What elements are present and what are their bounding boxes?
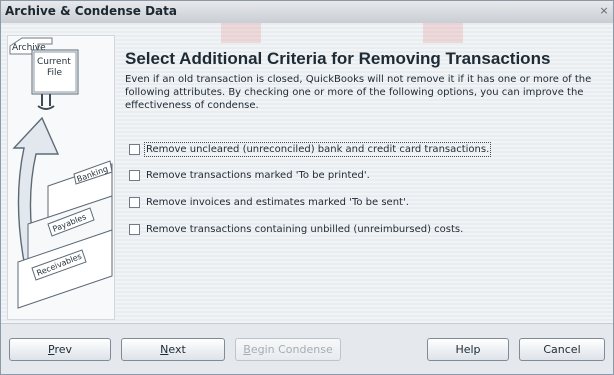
- cancel-button[interactable]: Cancel: [519, 338, 605, 361]
- page-title: Select Additional Criteria for Removing …: [125, 49, 551, 68]
- watermark-shape: [221, 23, 261, 43]
- to-be-sent-checkbox[interactable]: [129, 196, 140, 208]
- close-icon[interactable]: ×: [597, 4, 611, 18]
- begin-condense-button[interactable]: Begin Condense: [235, 338, 341, 361]
- uncleared-checkbox[interactable]: [129, 143, 140, 155]
- watermark-shape: [423, 23, 463, 43]
- option-label[interactable]: Remove transactions marked 'To be printe…: [146, 170, 370, 181]
- archive-illustration: Archive Current File Banking Payables Re…: [7, 35, 115, 320]
- next-label: ext: [168, 343, 186, 356]
- begin-label: egin Condense: [250, 343, 333, 356]
- button-bar: Prev Next Begin Condense Help Cancel: [1, 323, 613, 374]
- option-remove-unbilled-costs[interactable]: Remove transactions containing unbilled …: [129, 221, 463, 237]
- file-label: File: [47, 68, 63, 78]
- prev-label: rev: [54, 343, 72, 356]
- option-label[interactable]: Remove uncleared (unreconciled) bank and…: [143, 141, 492, 157]
- current-label: Current: [37, 57, 71, 67]
- option-remove-to-be-printed[interactable]: Remove transactions marked 'To be printe…: [129, 167, 370, 183]
- option-remove-to-be-sent[interactable]: Remove invoices and estimates marked 'To…: [129, 194, 409, 210]
- option-remove-uncleared[interactable]: Remove uncleared (unreconciled) bank and…: [129, 141, 492, 157]
- archive-folders-icon: Archive Current File Banking Payables Re…: [9, 37, 113, 309]
- unbilled-costs-checkbox[interactable]: [129, 223, 140, 235]
- window-title: Archive & Condense Data: [5, 4, 177, 18]
- prev-button[interactable]: Prev: [9, 338, 111, 361]
- option-label[interactable]: Remove invoices and estimates marked 'To…: [146, 197, 409, 208]
- title-bar: Archive & Condense Data ×: [1, 1, 613, 24]
- begin-mnemonic: B: [243, 343, 251, 356]
- option-label[interactable]: Remove transactions containing unbilled …: [146, 224, 463, 235]
- help-button[interactable]: Help: [427, 338, 509, 361]
- intro-text: Even if an old transaction is closed, Qu…: [125, 74, 592, 111]
- next-button[interactable]: Next: [121, 338, 225, 361]
- dialog-content: Archive Current File Banking Payables Re…: [1, 23, 613, 323]
- to-be-printed-checkbox[interactable]: [129, 169, 140, 181]
- archive-condense-dialog: Archive & Condense Data × Archive Curren…: [0, 0, 614, 375]
